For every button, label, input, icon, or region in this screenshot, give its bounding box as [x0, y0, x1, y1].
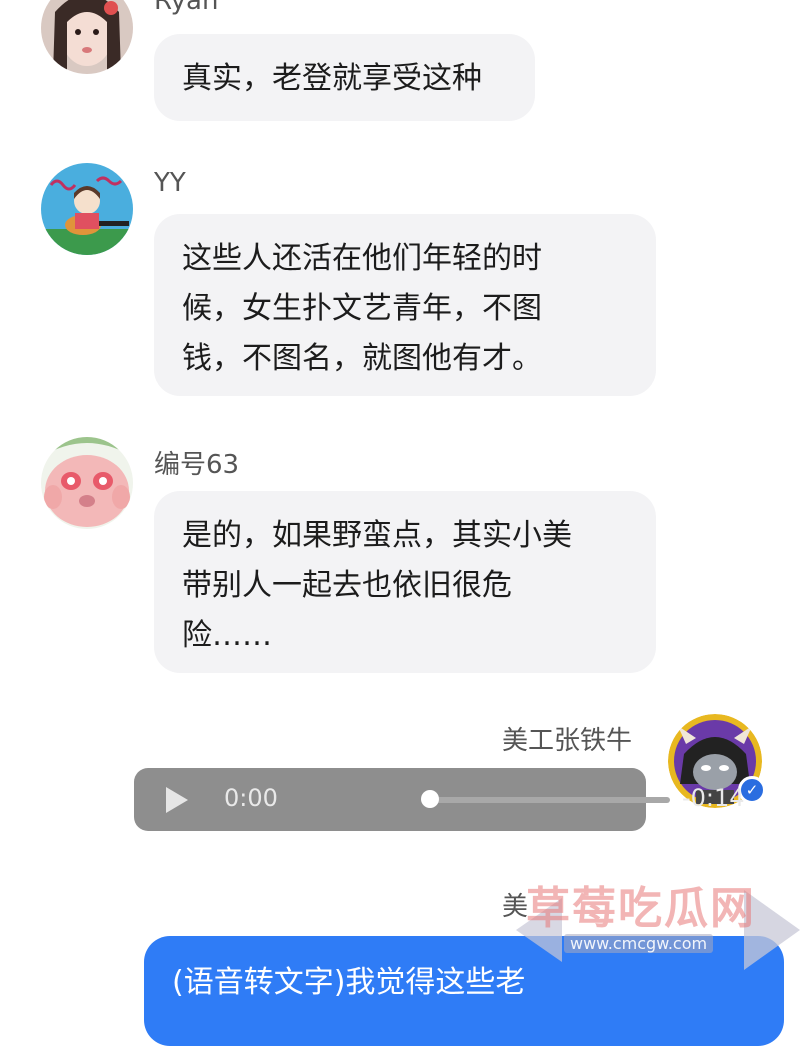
audio-progress-knob[interactable]: [421, 790, 439, 808]
play-icon[interactable]: [166, 787, 188, 813]
watermark-title: 草莓吃瓜网: [526, 883, 756, 934]
message-bubble-voice-text[interactable]: (语音转文字)我觉得这些老: [144, 936, 784, 1046]
avatar-yy-image: [41, 163, 133, 255]
avatar-no63[interactable]: [41, 437, 133, 529]
sender-name-meigong: 美工张铁牛: [502, 726, 633, 756]
message-text: 真实，老登就享受这种: [182, 61, 482, 96]
message-bubble-ryan[interactable]: 真实，老登就享受这种: [154, 34, 535, 121]
current-time: 0:00: [224, 784, 278, 812]
message-text-line: 钱，不图名，就图他有才。: [182, 341, 542, 376]
message-bubble-yy[interactable]: 这些人还活在他们年轻的时 候，女生扑文艺青年，不图 钱，不图名，就图他有才。: [154, 214, 656, 396]
avatar-ryan-image: [41, 0, 133, 74]
message-bubble-no63[interactable]: 是的，如果野蛮点，其实小美 带别人一起去也依旧很危 险……: [154, 491, 656, 673]
message-text: (语音转文字)我觉得这些老: [172, 965, 526, 1000]
remaining-time: -0:14: [682, 784, 745, 812]
avatar-yy[interactable]: [41, 163, 133, 255]
voice-message-player[interactable]: 0:00 -0:14: [134, 768, 745, 831]
avatar-no63-image: [41, 437, 133, 529]
audio-progress-track[interactable]: [430, 797, 670, 803]
sender-name-ryan: Ryan: [154, 0, 219, 16]
message-text-line: 这些人还活在他们年轻的时: [182, 241, 542, 276]
avatar-ryan[interactable]: [41, 0, 133, 74]
sender-name-no63: 编号63: [154, 450, 240, 480]
message-text-line: 候，女生扑文艺青年，不图: [182, 291, 542, 326]
sender-name-partial: 美: [502, 892, 529, 922]
message-text-line: 是的，如果野蛮点，其实小美: [182, 518, 572, 553]
message-text-line: 险……: [182, 618, 272, 653]
sender-name-yy: YY: [154, 168, 186, 198]
message-text-line: 带别人一起去也依旧很危: [182, 568, 512, 603]
